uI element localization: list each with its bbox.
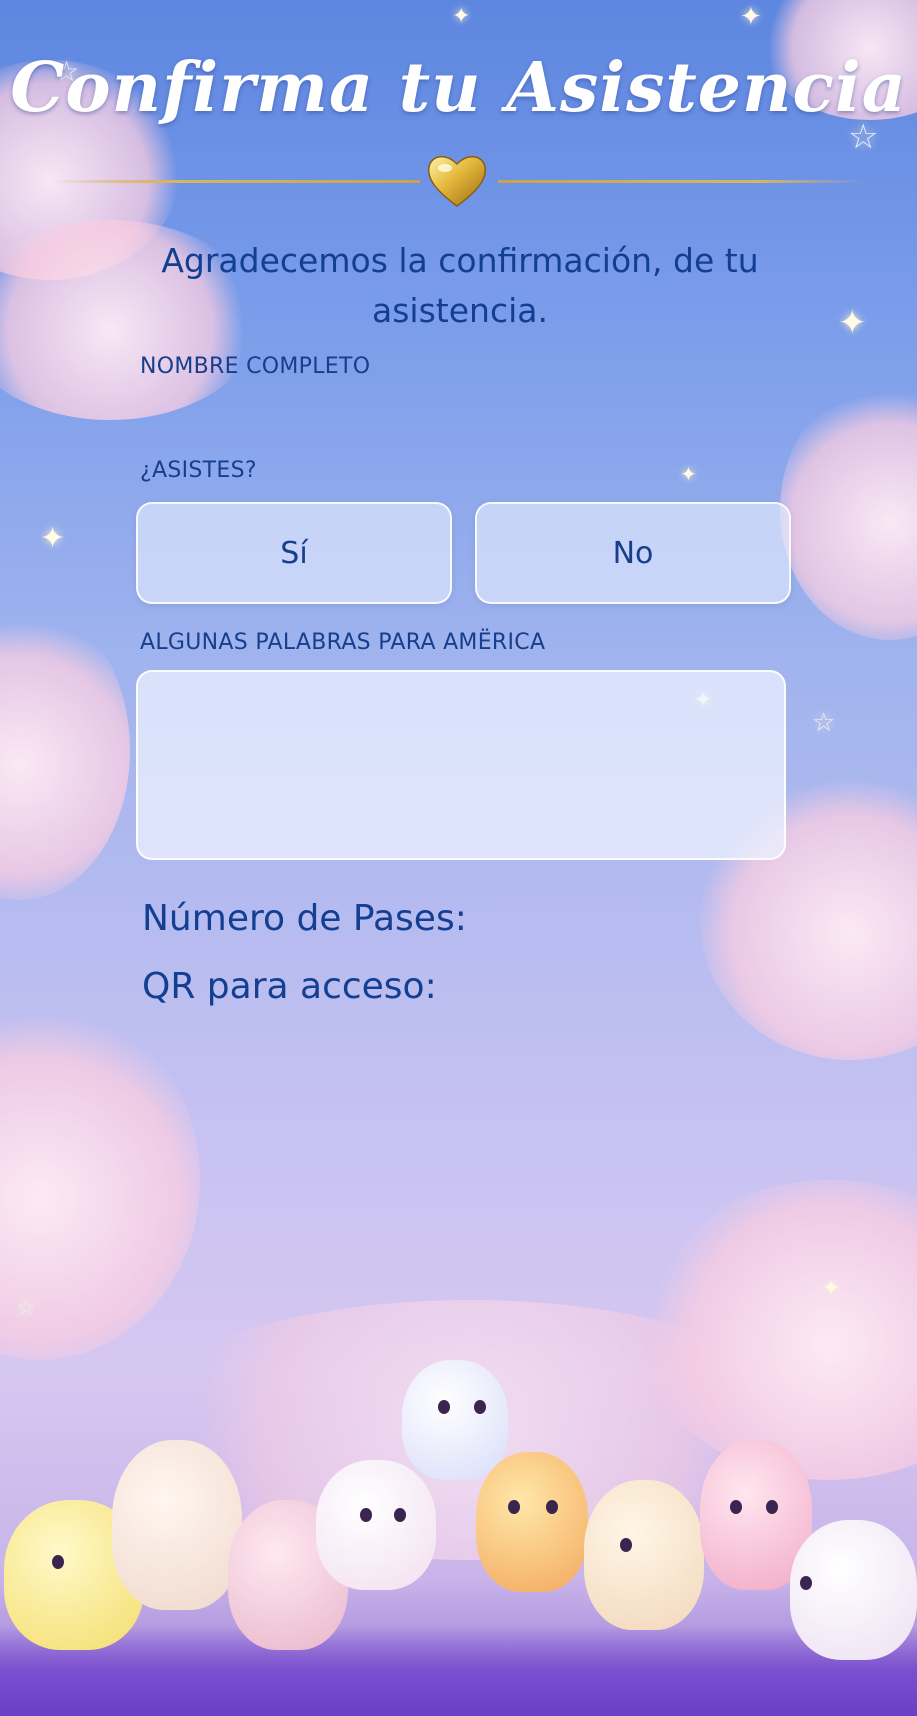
cloud [0, 600, 130, 900]
character-eye [360, 1508, 372, 1522]
character-eye [52, 1555, 64, 1569]
star-icon: ☆ [812, 708, 836, 738]
character-cream-fox [112, 1440, 242, 1610]
divider-line-right [498, 180, 866, 183]
star-icon: ✦ [838, 303, 867, 343]
message-textarea[interactable] [136, 670, 786, 860]
character-eye [730, 1500, 742, 1514]
character-eye [394, 1508, 406, 1522]
star-icon: ✦ [40, 521, 66, 556]
character-eye [766, 1500, 778, 1514]
character-white-cat [316, 1460, 436, 1590]
name-label: NOMBRE COMPLETO [140, 354, 371, 379]
heart-icon [427, 156, 487, 207]
character-eye [620, 1538, 632, 1552]
attend-no-button[interactable]: No [475, 502, 791, 604]
character-eye [438, 1400, 450, 1414]
divider-line-left [52, 180, 420, 183]
page-title: Confirma tu Asistencia [10, 48, 907, 128]
passes-label: Número de Pases: [142, 898, 467, 939]
star-icon: ☆ [16, 1296, 36, 1321]
character-floating-bunny [402, 1360, 508, 1480]
star-icon: ✦ [740, 2, 762, 32]
character-eye [800, 1576, 812, 1590]
attend-yes-button[interactable]: Sí [136, 502, 452, 604]
message-label: ALGUNAS PALABRAS PARA AMËRICA [140, 630, 546, 655]
attend-label: ¿ASISTES? [140, 458, 257, 483]
cloud [780, 380, 917, 640]
character-eye [546, 1500, 558, 1514]
grass [0, 1626, 917, 1716]
star-icon: ✦ [452, 4, 471, 29]
character-orange-cat [476, 1452, 588, 1592]
star-icon: ✦ [822, 1276, 841, 1301]
character-eye [508, 1500, 520, 1514]
character-eye [474, 1400, 486, 1414]
intro-text: Agradecemos la confirmación, de tu asist… [161, 241, 759, 330]
character-white-bunny [790, 1520, 917, 1660]
star-icon: ✦ [680, 462, 697, 486]
name-input[interactable] [136, 384, 790, 442]
qr-label: QR para acceso: [142, 966, 437, 1007]
character-puppy [584, 1480, 704, 1630]
